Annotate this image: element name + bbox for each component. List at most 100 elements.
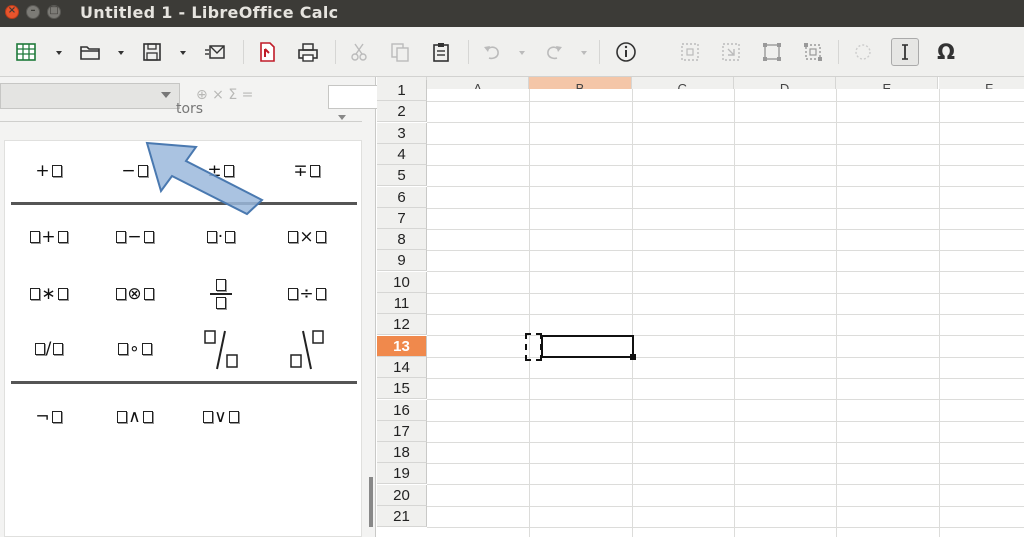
placeholder-icon <box>53 343 64 355</box>
row-header-6[interactable]: 6 <box>377 186 427 208</box>
element-composition[interactable]: ∘ <box>97 329 173 369</box>
operator-label: − <box>127 227 143 247</box>
row-header-20[interactable]: 20 <box>377 484 427 506</box>
row-header-5[interactable]: 5 <box>377 165 427 187</box>
placeholder-icon <box>216 279 226 291</box>
row-header-8[interactable]: 8 <box>377 229 427 251</box>
row-header-1[interactable]: 1 <box>377 80 427 101</box>
row-header-12[interactable]: 12 <box>377 314 427 336</box>
info-button[interactable] <box>612 38 640 66</box>
maximize-button[interactable]: □ <box>47 5 61 19</box>
special-character-button[interactable]: Ω <box>932 38 960 66</box>
column-header-f[interactable]: F <box>938 77 1024 89</box>
element-unary-plus[interactable]: + <box>11 151 87 191</box>
row-header-9[interactable]: 9 <box>377 250 427 272</box>
grid-column-line <box>836 89 838 537</box>
open-dropdown[interactable] <box>115 38 127 66</box>
row-header-2[interactable]: 2 <box>377 101 427 123</box>
placeholder-icon <box>288 231 299 243</box>
section-divider <box>11 202 357 205</box>
element-not[interactable]: ¬ <box>11 397 87 437</box>
column-header-c[interactable]: C <box>631 77 734 89</box>
placeholder-icon <box>137 165 148 177</box>
new-spreadsheet-button[interactable] <box>12 38 40 66</box>
panel-scrollbar[interactable] <box>369 477 373 527</box>
paste-button[interactable] <box>427 38 455 66</box>
spreadsheet-grid[interactable]: A B C D E F 1 2 3 4 5 6 7 8 9 10 11 12 13 14 15 16 17 18 19 20 21 <box>377 77 1024 537</box>
selected-cell[interactable] <box>541 335 636 360</box>
element-and[interactable]: ∧ <box>97 397 173 437</box>
grid-row-line <box>427 164 1024 166</box>
text-cursor-button[interactable] <box>891 38 919 66</box>
open-button[interactable] <box>76 38 104 66</box>
frame-select-button[interactable] <box>799 38 827 66</box>
row-header-14[interactable]: 14 <box>377 356 427 378</box>
insert-image-button[interactable] <box>676 38 704 66</box>
row-header-21[interactable]: 21 <box>377 506 427 527</box>
close-icon: × <box>7 5 17 16</box>
chevron-down-icon[interactable] <box>338 115 346 120</box>
row-header-16[interactable]: 16 <box>377 399 427 421</box>
operator-label: ⊗ <box>127 284 143 304</box>
element-subtraction[interactable]: − <box>97 217 173 257</box>
standard-toolbar: Ω <box>0 27 1024 77</box>
export-pdf-button[interactable] <box>253 38 281 66</box>
row-header-11[interactable]: 11 <box>377 293 427 314</box>
element-division[interactable]: ÷ <box>269 274 345 314</box>
element-wide-backslash[interactable] <box>269 323 345 375</box>
element-minus-plus[interactable]: ∓ <box>269 151 345 191</box>
element-multiplication-dot[interactable]: · <box>183 217 259 257</box>
row-header-15[interactable]: 15 <box>377 378 427 400</box>
text-cursor-icon <box>902 44 908 60</box>
row-header-19[interactable]: 19 <box>377 463 427 485</box>
copy-button[interactable] <box>386 38 414 66</box>
element-or[interactable]: ∨ <box>183 397 259 437</box>
element-multiplication-x[interactable]: × <box>269 217 345 257</box>
element-multiplication-star[interactable]: ∗ <box>11 274 87 314</box>
row-header-17[interactable]: 17 <box>377 420 427 442</box>
column-header-d[interactable]: D <box>733 77 837 89</box>
formula-icons: ⊕ × Σ = <box>196 87 254 103</box>
row-header-3[interactable]: 3 <box>377 122 427 144</box>
insert-chart-button[interactable] <box>717 38 745 66</box>
undo-button[interactable] <box>478 38 506 66</box>
row-header-10[interactable]: 10 <box>377 271 427 293</box>
row-header-4[interactable]: 4 <box>377 143 427 165</box>
element-unary-minus[interactable]: − <box>97 151 173 191</box>
frame-button[interactable] <box>758 38 786 66</box>
operator-label: + <box>35 161 51 181</box>
element-wide-slash[interactable] <box>183 323 259 375</box>
wide-backslash-icon <box>290 330 324 370</box>
email-button[interactable] <box>201 38 229 66</box>
save-button[interactable] <box>138 38 166 66</box>
redo-button[interactable] <box>540 38 568 66</box>
cut-button[interactable] <box>345 38 373 66</box>
element-plus-minus[interactable]: ± <box>183 151 259 191</box>
chevron-down-icon <box>56 51 62 55</box>
grid-row-line <box>427 271 1024 273</box>
formula-input[interactable] <box>328 85 378 109</box>
row-header-7[interactable]: 7 <box>377 207 427 229</box>
save-dropdown[interactable] <box>177 38 189 66</box>
row-header-13[interactable]: 13 <box>377 335 427 357</box>
minimize-icon: – <box>30 5 36 16</box>
operator-label: − <box>121 161 137 181</box>
column-header-b[interactable]: B <box>529 77 632 89</box>
name-box[interactable] <box>0 83 180 109</box>
row-header-18[interactable]: 18 <box>377 442 427 464</box>
column-header-a[interactable]: A <box>427 77 530 89</box>
minimize-button[interactable]: – <box>26 5 40 19</box>
folder-icon <box>80 46 100 60</box>
fill-handle[interactable] <box>629 353 636 360</box>
redo-dropdown[interactable] <box>578 38 590 66</box>
close-button[interactable]: × <box>5 5 19 19</box>
element-fraction[interactable] <box>183 265 259 323</box>
column-header-e[interactable]: E <box>836 77 939 89</box>
new-dropdown[interactable] <box>53 38 65 66</box>
element-addition[interactable]: + <box>11 217 87 257</box>
undo-dropdown[interactable] <box>516 38 528 66</box>
element-otimes[interactable]: ⊗ <box>97 274 173 314</box>
shapes-button[interactable] <box>849 38 877 66</box>
element-slash[interactable]: / <box>11 329 87 369</box>
print-button[interactable] <box>294 38 322 66</box>
